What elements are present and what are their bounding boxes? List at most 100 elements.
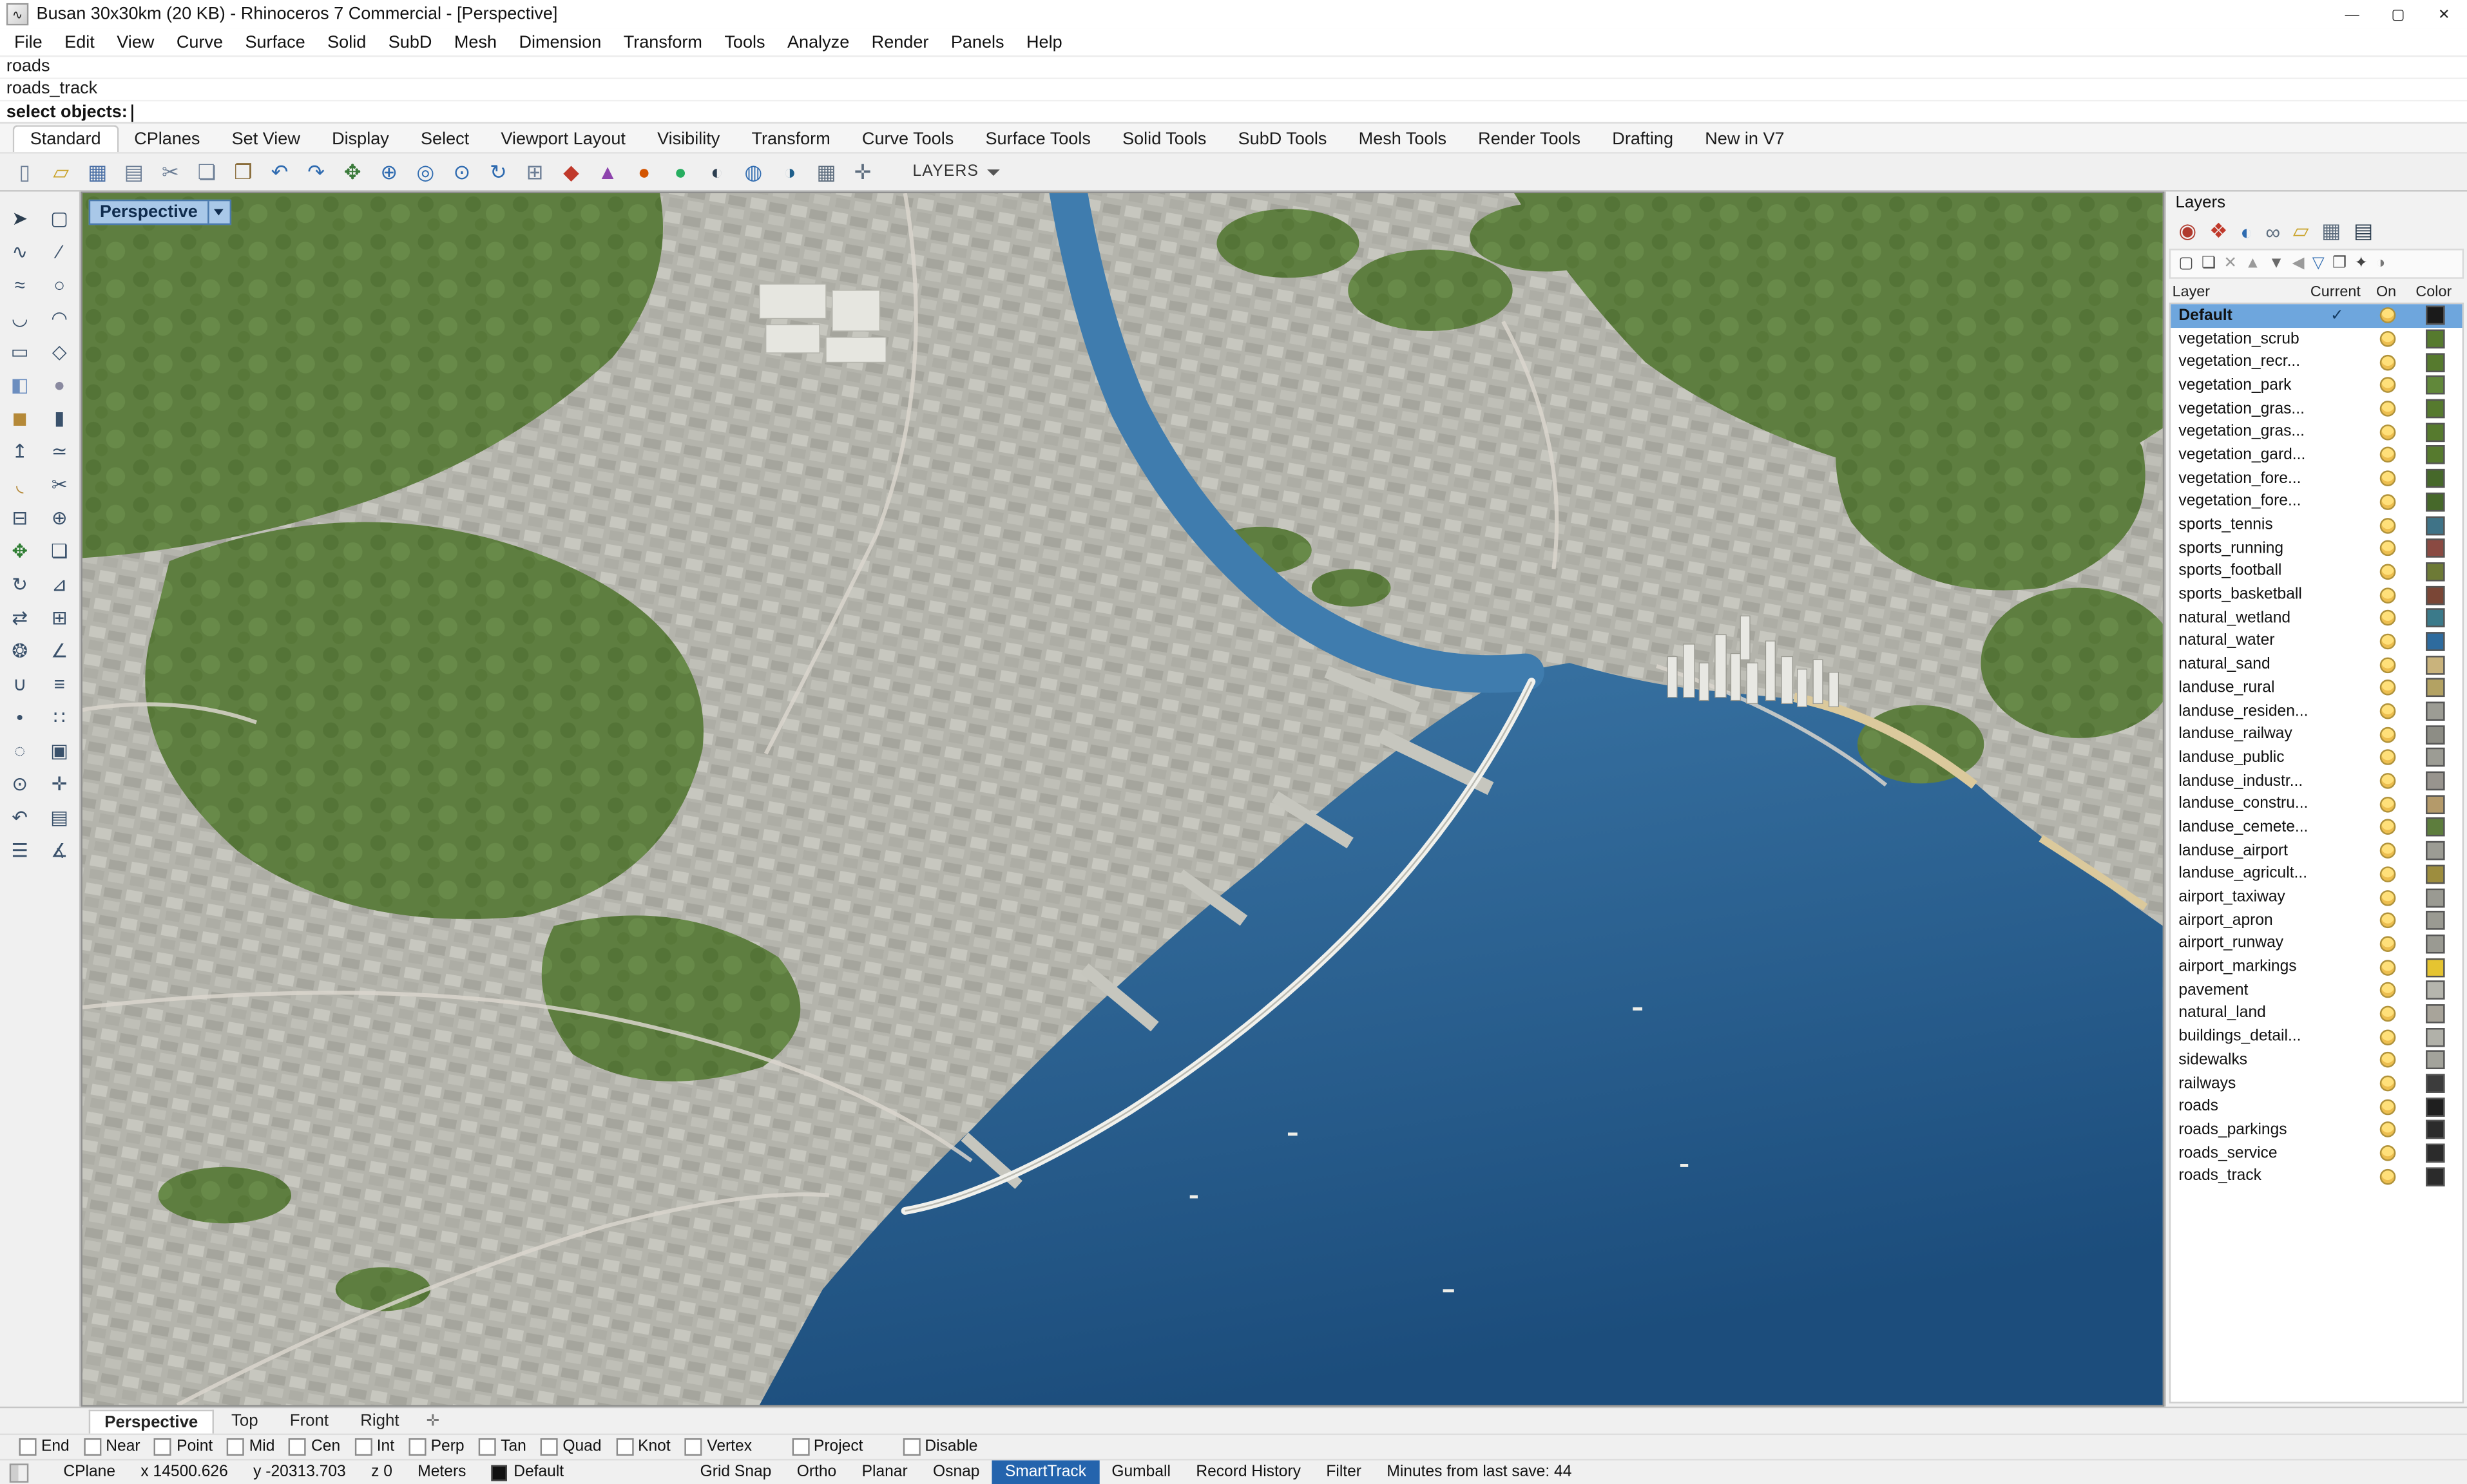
- box-icon[interactable]: ◼: [0, 404, 39, 431]
- snap-settings-icon[interactable]: ✛: [845, 156, 881, 187]
- move-layer-down-icon[interactable]: ▼: [2269, 255, 2284, 272]
- osnap-toggle[interactable]: Int: [354, 1438, 394, 1456]
- layer-row[interactable]: buildings_detail...: [2171, 1025, 2462, 1049]
- rotate-view-icon[interactable]: ↻: [480, 156, 517, 187]
- layer-row[interactable]: landuse_rural: [2171, 676, 2462, 699]
- layer-row[interactable]: airport_runway: [2171, 932, 2462, 955]
- new-sublayer-icon[interactable]: ❏: [2202, 255, 2216, 272]
- layer-color-swatch[interactable]: [2426, 1120, 2445, 1140]
- checkbox-icon[interactable]: [540, 1438, 558, 1456]
- rectangle-icon[interactable]: ▭: [0, 338, 39, 365]
- layer-row[interactable]: railways: [2171, 1072, 2462, 1095]
- toolbar-tab[interactable]: New in V7: [1689, 127, 1800, 152]
- menu-item[interactable]: Render: [860, 31, 939, 53]
- checkbox-icon[interactable]: [684, 1438, 702, 1456]
- layer-state-icon[interactable]: ◑: [2376, 255, 2385, 272]
- undo-icon[interactable]: ↶: [262, 156, 298, 187]
- save-icon[interactable]: ▦: [79, 156, 116, 187]
- layer-on-bulb-icon[interactable]: [2379, 1005, 2396, 1022]
- column-header-layer[interactable]: Layer: [2173, 283, 2306, 301]
- toolbar-tab[interactable]: Transform: [736, 127, 846, 152]
- pan-view-icon[interactable]: ✥: [334, 156, 371, 187]
- layer-on-bulb-icon[interactable]: [2379, 1145, 2396, 1161]
- layer-row[interactable]: roads_parkings: [2171, 1118, 2462, 1141]
- menu-item[interactable]: File: [3, 31, 53, 53]
- layer-row[interactable]: sports_basketball: [2171, 584, 2462, 607]
- layer-color-swatch[interactable]: [2426, 632, 2445, 651]
- delete-layer-icon[interactable]: ✕: [2223, 255, 2237, 272]
- offset-icon[interactable]: ≡: [39, 670, 79, 697]
- display-mode-icon[interactable]: ◑: [772, 156, 809, 187]
- panel-tab-display[interactable]: ◐: [2240, 220, 2252, 243]
- layer-on-bulb-icon[interactable]: [2379, 307, 2396, 324]
- hide-object-icon[interactable]: ◌: [0, 737, 39, 764]
- layer-on-bulb-icon[interactable]: [2379, 1075, 2396, 1092]
- toolbar-tab[interactable]: SubD Tools: [1222, 127, 1343, 152]
- column-header-current[interactable]: Current: [2305, 283, 2365, 301]
- status-item[interactable]: Osnap: [920, 1460, 992, 1484]
- osnap-toggle[interactable]: Project: [791, 1438, 863, 1456]
- perspective-viewport[interactable]: Perspective: [81, 191, 2165, 1407]
- curve-icon[interactable]: ∿: [0, 238, 39, 265]
- toolbar-tab[interactable]: Drafting: [1597, 127, 1689, 152]
- layer-on-bulb-icon[interactable]: [2379, 447, 2396, 464]
- layer-color-swatch[interactable]: [2426, 469, 2445, 488]
- layer-color-swatch[interactable]: [2426, 1004, 2445, 1023]
- layer-row[interactable]: landuse_airport: [2171, 839, 2462, 862]
- polygon-icon[interactable]: ◇: [39, 338, 79, 365]
- layer-row[interactable]: landuse_public: [2171, 746, 2462, 769]
- layer-color-swatch[interactable]: [2426, 841, 2445, 861]
- layer-on-bulb-icon[interactable]: [2379, 727, 2396, 743]
- layer-on-bulb-icon[interactable]: [2379, 1122, 2396, 1138]
- shaded-sphere-icon[interactable]: ●: [662, 156, 699, 187]
- osnap-toggle[interactable]: Quad: [540, 1438, 602, 1456]
- mirror-icon[interactable]: ⇄: [0, 604, 39, 631]
- layer-row[interactable]: vegetation_gard...: [2171, 444, 2462, 467]
- menu-item[interactable]: Help: [1015, 31, 1073, 53]
- menu-item[interactable]: Solid: [316, 31, 378, 53]
- viewport-tab[interactable]: Right: [346, 1409, 414, 1432]
- copy-icon[interactable]: ❏: [39, 537, 79, 564]
- loft-icon[interactable]: ≃: [39, 437, 79, 464]
- panel-tab-rendering[interactable]: ▦: [2321, 218, 2341, 243]
- layer-color-swatch[interactable]: [2426, 1166, 2445, 1186]
- layer-on-bulb-icon[interactable]: [2379, 982, 2396, 999]
- layer-color-swatch[interactable]: [2426, 678, 2445, 698]
- panel-tab-links[interactable]: ∞: [2265, 220, 2280, 243]
- layer-on-bulb-icon[interactable]: [2379, 401, 2396, 417]
- checkbox-icon[interactable]: [408, 1438, 427, 1456]
- toolbar-tab[interactable]: Solid Tools: [1106, 127, 1222, 152]
- status-item[interactable]: SmartTrack: [992, 1460, 1099, 1484]
- layer-row[interactable]: roads: [2171, 1095, 2462, 1118]
- layer-color-swatch[interactable]: [2426, 1027, 2445, 1047]
- layer-color-swatch[interactable]: [2426, 399, 2445, 419]
- boolean-union-icon[interactable]: ∪: [0, 670, 39, 697]
- layer-color-swatch[interactable]: [2426, 701, 2445, 721]
- layer-on-bulb-icon[interactable]: [2379, 331, 2396, 347]
- layer-row[interactable]: vegetation_park: [2171, 374, 2462, 397]
- layer-row[interactable]: vegetation_fore...: [2171, 490, 2462, 513]
- layer-on-bulb-icon[interactable]: [2379, 493, 2396, 510]
- layer-row[interactable]: roads_service: [2171, 1141, 2462, 1165]
- panel-tab-properties[interactable]: ◉: [2178, 218, 2196, 243]
- ellipse-icon[interactable]: ◠: [39, 304, 79, 331]
- material-sphere-icon[interactable]: ●: [626, 156, 662, 187]
- polar-array-icon[interactable]: ❂: [0, 637, 39, 664]
- layer-row[interactable]: landuse_cemete...: [2171, 816, 2462, 839]
- split-icon[interactable]: ⊟: [0, 504, 39, 531]
- layer-color-swatch[interactable]: [2426, 492, 2445, 511]
- layer-row[interactable]: natural_sand: [2171, 653, 2462, 676]
- menu-item[interactable]: Surface: [234, 31, 316, 53]
- command-area[interactable]: roads roads_track select objects:: [0, 55, 2467, 122]
- trim-icon[interactable]: ✂: [39, 470, 79, 497]
- layer-on-bulb-icon[interactable]: [2379, 1052, 2396, 1069]
- lasso-select-icon[interactable]: ▢: [39, 204, 79, 231]
- layer-color-swatch[interactable]: [2426, 446, 2445, 465]
- menu-item[interactable]: Panels: [940, 31, 1015, 53]
- toolbar-tab[interactable]: Curve Tools: [846, 127, 970, 152]
- layer-on-bulb-icon[interactable]: [2379, 1168, 2396, 1184]
- new-file-icon[interactable]: ▯: [6, 156, 43, 187]
- layer-row[interactable]: vegetation_fore...: [2171, 467, 2462, 490]
- status-item[interactable]: Filter: [1314, 1460, 1374, 1484]
- array-icon[interactable]: ⊞: [39, 604, 79, 631]
